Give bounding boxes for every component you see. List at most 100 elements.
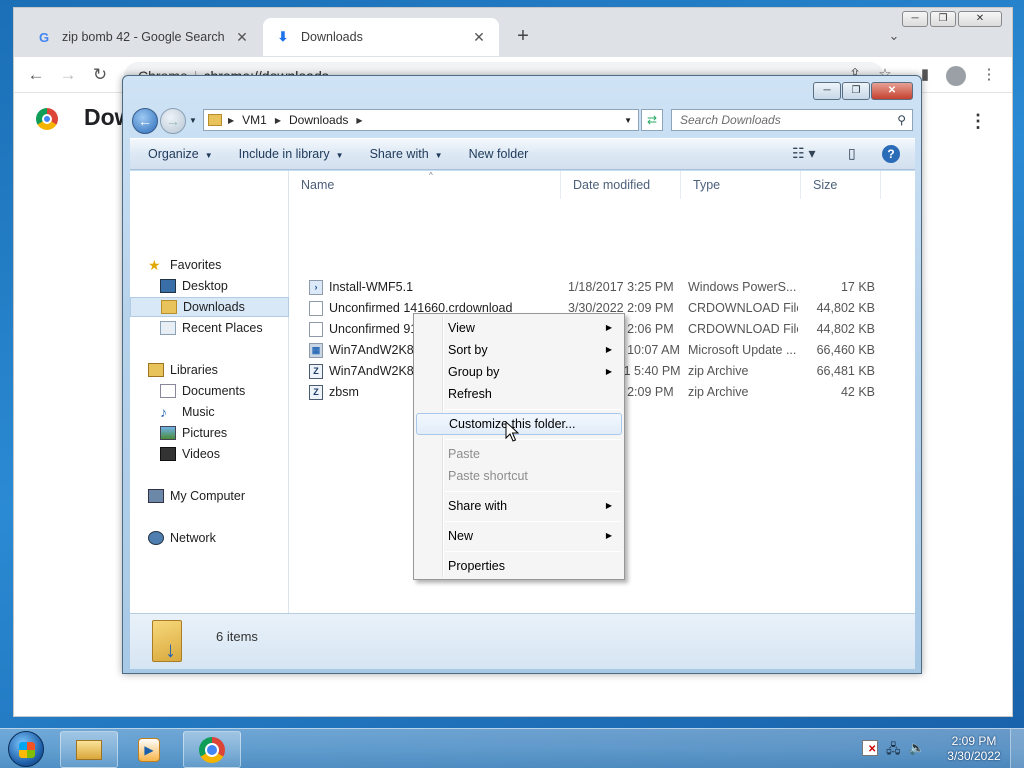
file-type: Windows PowerS... (688, 280, 797, 294)
profile-avatar[interactable] (946, 66, 966, 86)
nav-network[interactable]: Network (130, 528, 289, 548)
new-folder-button[interactable]: New folder (469, 147, 529, 161)
include-in-library-button[interactable]: Include in library ▼ (239, 147, 344, 161)
back-button[interactable]: ← (132, 108, 158, 134)
menu-item-share-with[interactable]: Share with ▶ (416, 495, 622, 517)
organize-button[interactable]: Organize ▼ (148, 147, 213, 161)
menu-item-group-by[interactable]: Group by ▶ (416, 361, 622, 383)
volume-icon[interactable]: 🔈 (909, 740, 925, 762)
nav-desktop[interactable]: Desktop (130, 276, 289, 296)
nav-my-computer[interactable]: My Computer (130, 486, 289, 506)
chevron-right-icon[interactable]: ▶ (228, 116, 234, 125)
tab-google-search[interactable]: G zip bomb 42 - Google Search ✕ (24, 18, 262, 56)
menu-item-paste[interactable]: Paste (416, 443, 622, 465)
nav-favorites[interactable]: ★ Favorites (130, 255, 289, 275)
downloads-menu-icon[interactable]: ⋮ (969, 111, 987, 132)
show-desktop-button[interactable] (1010, 729, 1024, 768)
tab-search-icon[interactable]: ⌄ (884, 28, 904, 44)
share-with-button[interactable]: Share with ▼ (370, 147, 443, 161)
maximize-button[interactable]: ❐ (930, 11, 956, 27)
download-icon: ⬇ (277, 29, 289, 44)
maximize-button[interactable]: ❐ (842, 82, 870, 100)
chrome-logo-icon (199, 736, 225, 763)
help-icon[interactable]: ? (882, 145, 900, 163)
nav-label: My Computer (170, 489, 246, 503)
menu-item-new[interactable]: New ▶ (416, 525, 622, 547)
explorer-address-bar[interactable]: ▶ VM1 ▶ Downloads ▶ ▼ (203, 109, 639, 131)
forward-arrow-icon[interactable]: → (56, 63, 80, 87)
minimize-button[interactable]: ─ (813, 82, 841, 100)
forward-button[interactable]: → (160, 108, 186, 134)
search-input[interactable]: Search Downloads ⚲ (671, 109, 913, 131)
minimize-button[interactable]: ─ (902, 11, 928, 27)
item-count: 6 items (216, 629, 258, 644)
computer-icon (148, 489, 164, 503)
taskbar: ▶ 🖧 🔈 2:09 PM 3/30/2022 (0, 728, 1024, 768)
close-icon[interactable]: ✕ (234, 29, 250, 46)
new-tab-button[interactable]: + (511, 24, 535, 48)
column-type[interactable]: Type (681, 171, 801, 199)
close-icon[interactable]: ✕ (471, 29, 487, 46)
libraries-icon (148, 363, 164, 377)
menu-kebab-icon[interactable]: ⋮ (978, 64, 1000, 86)
taskbar-chrome[interactable] (183, 731, 241, 768)
menu-item-sort-by[interactable]: Sort by ▶ (416, 339, 622, 361)
nav-music[interactable]: ♪ Music (130, 402, 289, 422)
column-name[interactable]: Name (289, 171, 561, 199)
chevron-right-icon[interactable]: ▶ (275, 116, 281, 125)
downloads-folder-icon (152, 620, 182, 663)
music-note-icon: ♪ (160, 404, 167, 420)
file-name: zbsm (329, 385, 359, 399)
breadcrumb-downloads[interactable]: Downloads (289, 113, 348, 127)
action-center-flag-icon[interactable] (862, 740, 878, 756)
file-size: 42 KB (840, 385, 875, 399)
nav-label: Documents (182, 384, 246, 398)
menu-item-label: Paste shortcut (448, 469, 528, 483)
close-button[interactable]: ✕ (871, 82, 913, 100)
taskbar-explorer[interactable] (60, 731, 118, 768)
menu-separator (445, 551, 621, 552)
nav-label: Recent Places (182, 321, 263, 335)
menu-item-customize-folder[interactable]: Customize this folder... (416, 413, 622, 435)
navigation-pane: ★ Favorites Desktop Downloads Recent Pla… (130, 171, 289, 613)
file-name: Install-WMF5.1 (329, 280, 414, 294)
network-tray-icon[interactable]: 🖧 (886, 740, 901, 762)
view-options-icon[interactable]: ☷ ▾ (792, 145, 815, 162)
recent-pages-dropdown[interactable]: ▼ (189, 116, 197, 125)
sort-ascending-icon: ^ (429, 171, 433, 180)
reload-icon[interactable]: ↻ (88, 63, 112, 87)
nav-documents[interactable]: Documents (130, 381, 289, 401)
address-history-dropdown[interactable]: ▼ (624, 116, 632, 125)
preview-pane-icon[interactable]: ▯ (848, 145, 856, 162)
desktop-icon (160, 279, 176, 293)
chevron-right-icon: ▶ (605, 501, 612, 510)
menu-item-properties[interactable]: Properties (416, 555, 622, 577)
start-button[interactable] (8, 731, 44, 767)
share-with-label: Share with (369, 147, 429, 161)
clock[interactable]: 2:09 PM 3/30/2022 (944, 734, 1004, 764)
file-date: 1/18/2017 3:25 PM (568, 280, 674, 294)
nav-recent-places[interactable]: Recent Places (130, 318, 289, 338)
back-arrow-icon[interactable]: ← (24, 63, 48, 87)
close-button[interactable]: ✕ (958, 11, 1002, 27)
menu-separator (445, 491, 621, 492)
refresh-button[interactable]: ⇄ (641, 109, 663, 131)
menu-item-view[interactable]: View ▶ (416, 317, 622, 339)
nav-downloads[interactable]: Downloads (130, 297, 289, 317)
nav-libraries[interactable]: Libraries (130, 360, 289, 380)
taskbar-media-player[interactable]: ▶ (120, 731, 178, 768)
menu-item-paste-shortcut[interactable]: Paste shortcut (416, 465, 622, 487)
breadcrumb-vm1[interactable]: VM1 (242, 113, 267, 127)
column-date-modified[interactable]: Date modified (561, 171, 681, 199)
folder-icon (208, 114, 222, 126)
file-row[interactable]: › Install-WMF5.1 1/18/2017 3:25 PM Window… (289, 277, 915, 298)
nav-pictures[interactable]: Pictures (130, 423, 289, 443)
nav-videos[interactable]: Videos (130, 444, 289, 464)
nav-label: Desktop (182, 279, 228, 293)
column-size[interactable]: Size (801, 171, 881, 199)
menu-item-refresh[interactable]: Refresh (416, 383, 622, 405)
tab-downloads[interactable]: ⬇ Downloads ✕ (263, 18, 499, 56)
menu-item-label: Refresh (448, 387, 492, 401)
chevron-right-icon: ▶ (605, 345, 612, 354)
chevron-right-icon[interactable]: ▶ (356, 116, 362, 125)
